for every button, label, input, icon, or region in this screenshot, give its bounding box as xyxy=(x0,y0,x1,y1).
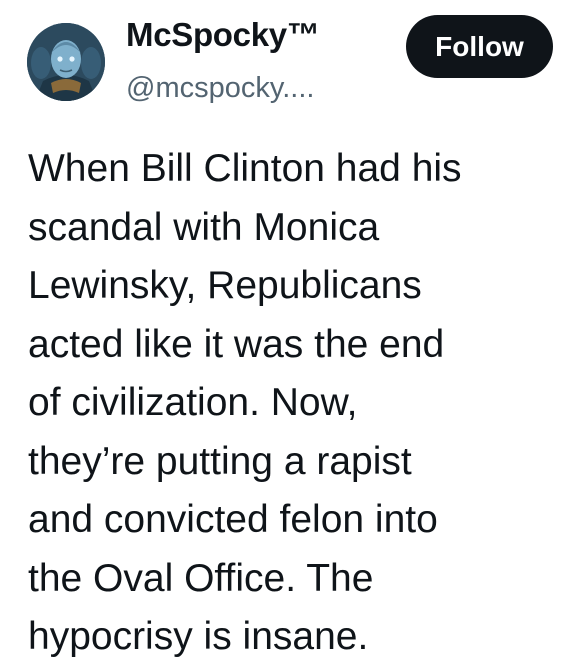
tweet-text-line: scandal with Monica xyxy=(28,205,380,249)
tweet-text: When Bill Clinton had his scandal with M… xyxy=(28,140,568,667)
user-handle[interactable]: @mcspocky.... xyxy=(126,70,314,106)
tweet-text-line: Lewinsky, Republicans xyxy=(28,264,422,307)
avatar[interactable] xyxy=(27,23,105,101)
tweet-text-line: and convicted felon into xyxy=(28,498,438,541)
tweet-text-line: hypocrisy is insane. xyxy=(28,615,369,658)
tweet-text-line: the Oval Office. The xyxy=(28,556,374,600)
tweet-text-line: of civilization. Now, xyxy=(28,381,358,424)
tweet-text-line: acted like it was the end xyxy=(28,322,445,366)
tweet-card: McSpocky™ @mcspocky.... Follow When Bill… xyxy=(0,0,583,671)
tweet-text-line: they’re putting a rapist xyxy=(28,439,412,483)
display-name[interactable]: McSpocky™ xyxy=(126,13,320,57)
avatar-image xyxy=(27,23,105,101)
follow-button[interactable]: Follow xyxy=(406,15,553,78)
tweet-text-line: When Bill Clinton had his xyxy=(28,147,462,190)
